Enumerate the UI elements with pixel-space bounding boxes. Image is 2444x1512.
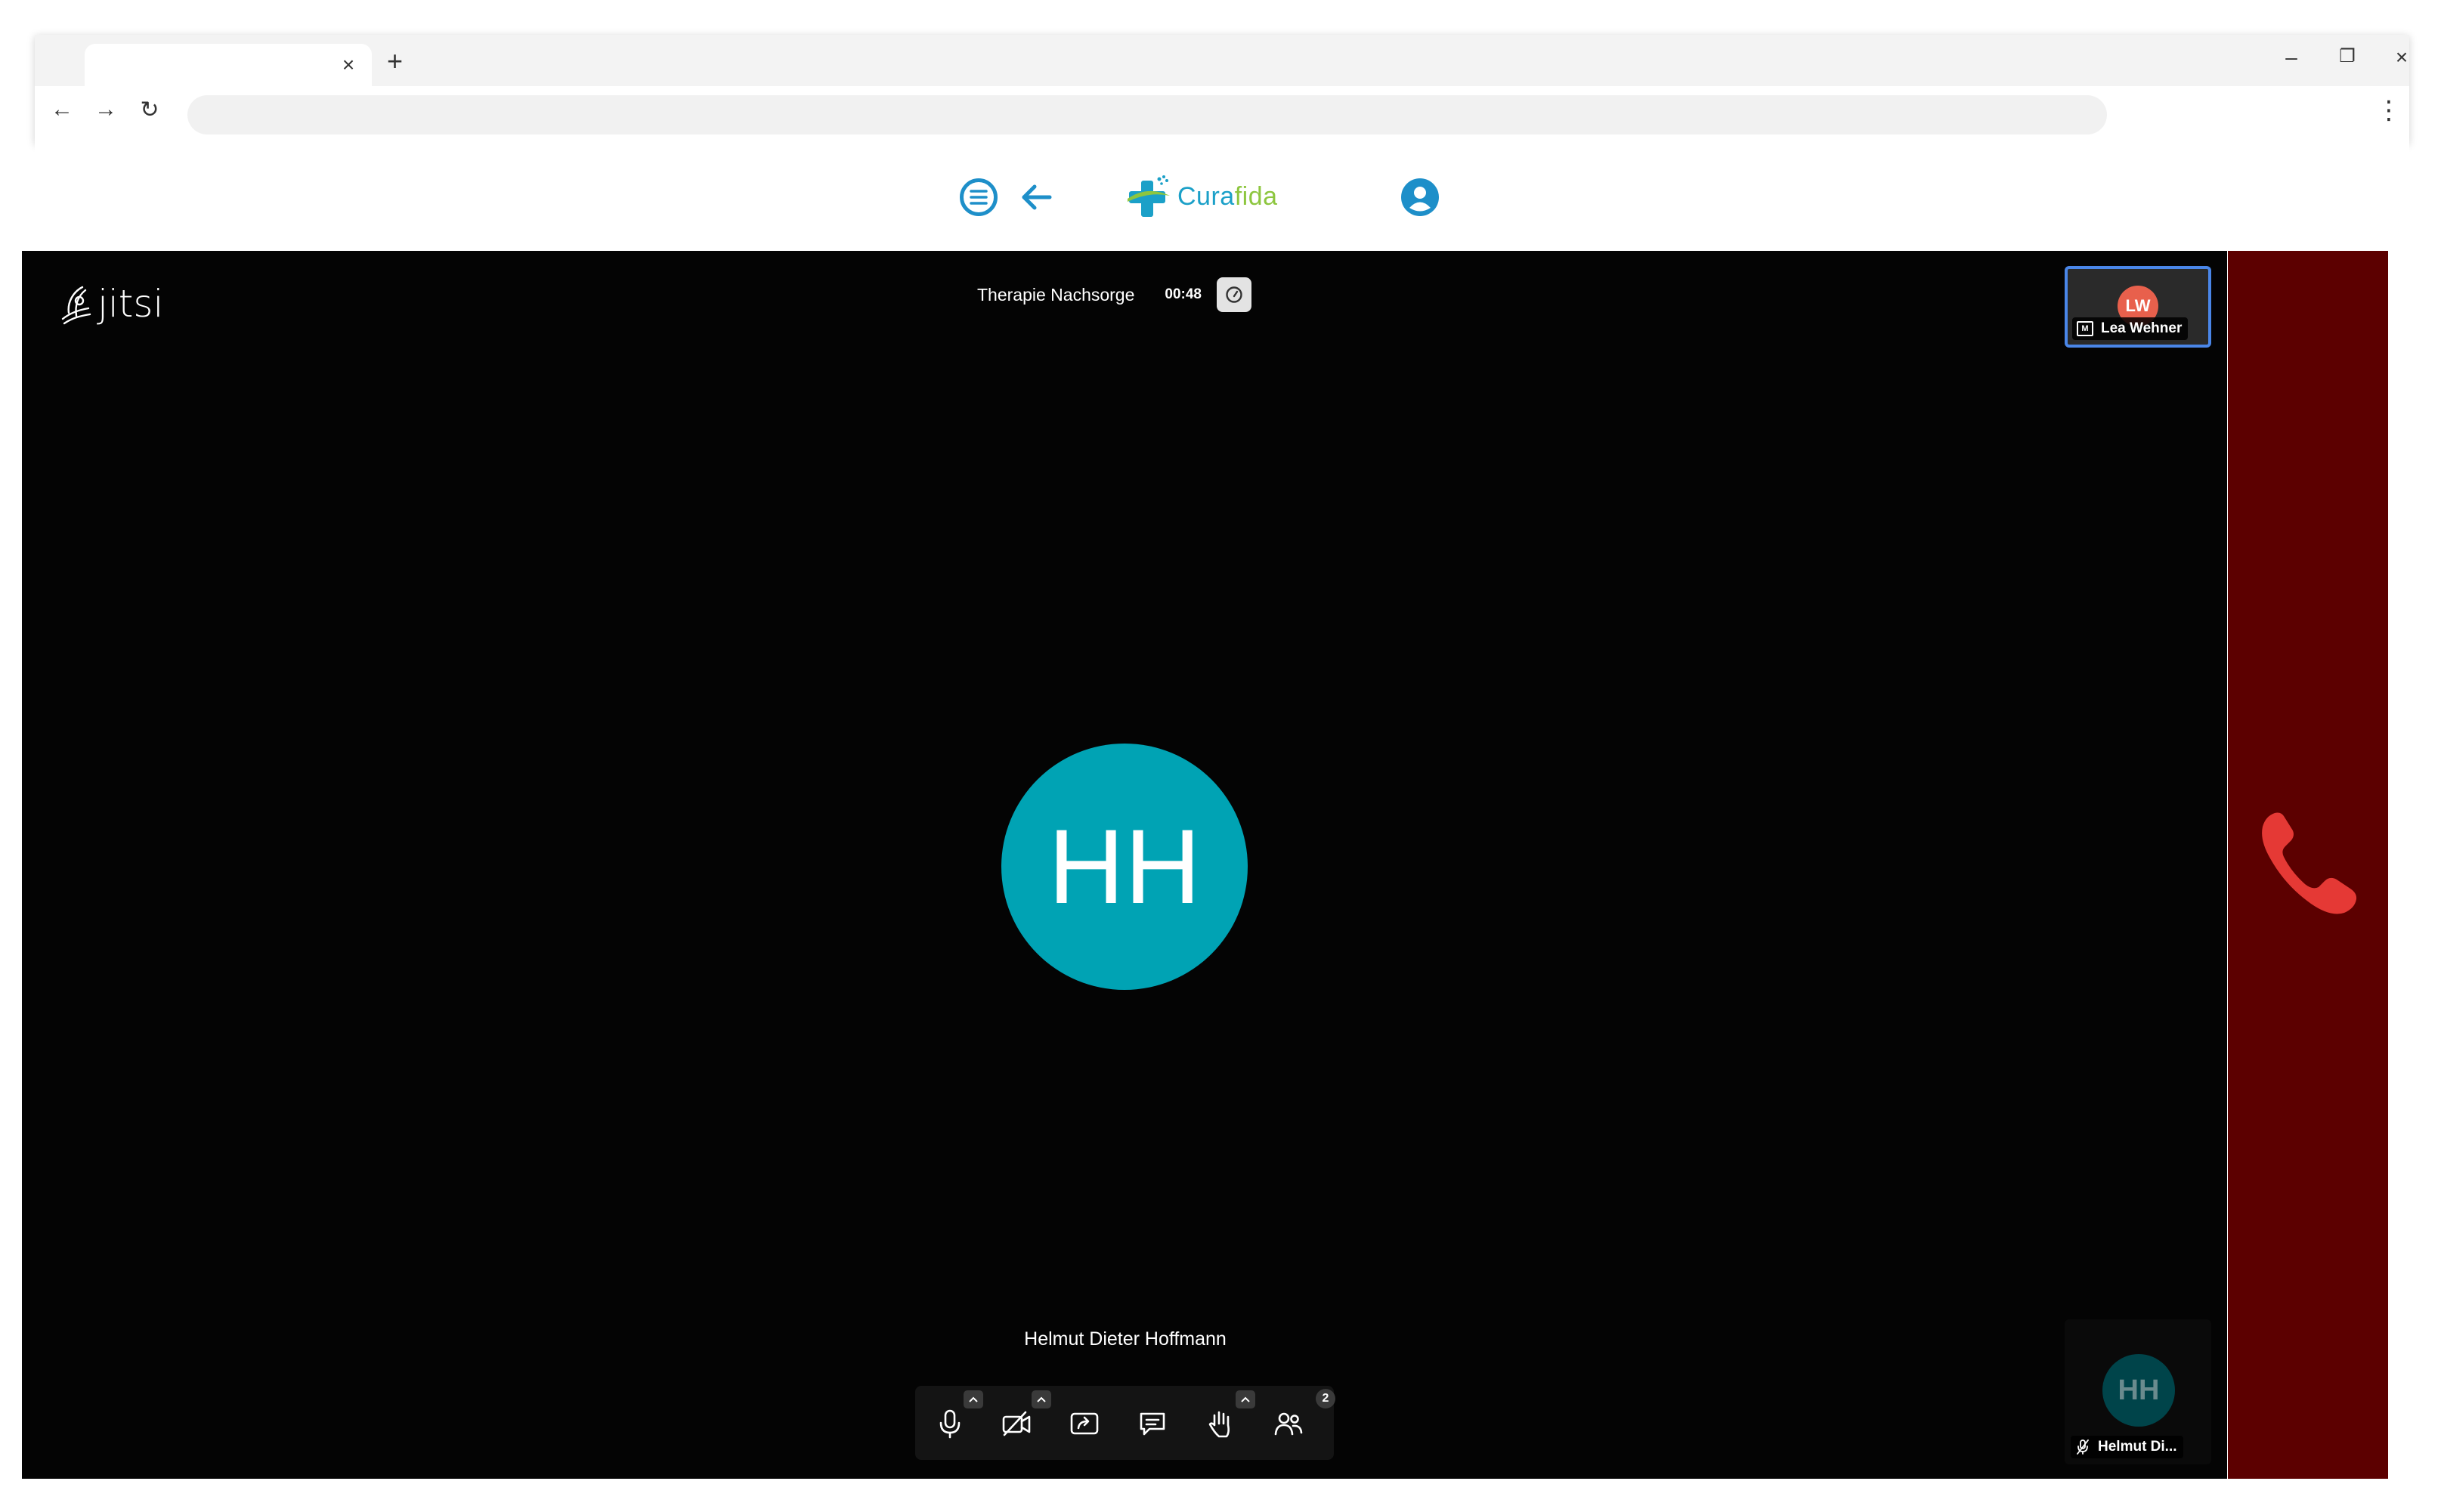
dominant-speaker-avatar: HH [1001,744,1248,990]
curafida-logo: Curafida [1126,174,1278,219]
camera-button[interactable] [998,1405,1035,1442]
back-arrow-icon[interactable] [1017,178,1055,216]
participants-icon [1274,1412,1303,1436]
minimize-button[interactable]: – [2276,45,2306,70]
local-participant-name: Helmut Di... [2098,1439,2177,1455]
screenshare-icon [1070,1412,1099,1435]
address-input[interactable] [187,95,2107,135]
camera-off-icon [1002,1411,1031,1436]
browser-menu-icon[interactable]: ⋮ [2376,95,2402,125]
video-stage[interactable]: jitsi Therapie Nachsorge 00:48 HH Helmut… [22,251,2227,1479]
participants-button[interactable] [1270,1405,1307,1442]
dominant-speaker-initials: HH [1047,807,1202,926]
browser-window: × + – ❐ × ← → ↻ ⋮ [35,35,2409,144]
local-participant-initials: HH [2118,1374,2160,1406]
jitsi-watermark[interactable]: jitsi [60,281,163,326]
meeting-subject: Therapie Nachsorge [977,284,1135,305]
tab-strip: × + – ❐ × [35,35,2409,86]
meeting-toolbar: 2 [915,1386,1335,1460]
window-close-button[interactable]: × [2387,45,2417,70]
participant-count-badge: 2 [1316,1389,1335,1408]
raise-hand-button[interactable] [1202,1405,1239,1442]
new-tab-button[interactable]: + [387,45,403,77]
reload-button[interactable]: ↻ [135,97,165,123]
curafida-cross-icon [1128,175,1170,217]
logo-text-secondary: fida [1234,181,1278,211]
local-participant-name-tag: Helmut Di... [2071,1436,2183,1458]
participant-thumbnail[interactable]: LW M Lea Wehner [2065,266,2211,348]
chat-icon [1140,1412,1165,1436]
restore-button[interactable]: ❐ [2332,45,2362,67]
browser-tab[interactable]: × [85,44,372,86]
connection-quality-icon[interactable] [1217,277,1252,312]
video-settings-chevron-icon[interactable] [1032,1390,1051,1408]
forward-button[interactable]: → [91,97,121,122]
moderator-icon: M [2077,321,2093,336]
local-participant-avatar: HH [2102,1354,2175,1427]
reactions-chevron-icon[interactable] [1236,1390,1255,1408]
back-button[interactable]: ← [47,97,77,122]
logo-text-primary: Cura [1177,181,1235,211]
meeting-info-bar: Therapie Nachsorge 00:48 [967,274,1252,316]
muted-microphone-icon [2077,1439,2089,1455]
menu-icon[interactable] [960,178,998,216]
chat-button[interactable] [1134,1405,1171,1442]
microphone-icon [939,1409,961,1439]
raise-hand-icon [1208,1411,1230,1438]
jitsi-brand-text: jitsi [97,282,164,326]
tab-close-icon[interactable]: × [337,53,360,77]
audio-settings-chevron-icon[interactable] [964,1390,983,1408]
phone-hangup-icon [2262,812,2357,914]
app-header: Curafida [35,144,2409,251]
participant-initials: LW [2125,296,2151,315]
local-participant-thumbnail[interactable]: HH Helmut Di... [2065,1319,2211,1464]
dominant-speaker-name: Helmut Dieter Hoffmann [1024,1328,1227,1350]
jitsi-logo-icon [61,286,91,325]
user-account-icon[interactable] [1401,178,1439,216]
meeting-timer: 00:48 [1165,286,1202,302]
hangup-button[interactable] [2252,807,2361,920]
participant-name: Lea Wehner [2101,320,2183,336]
participant-name-tag: M Lea Wehner [2072,317,2189,340]
screenshare-button[interactable] [1066,1405,1103,1442]
address-bar-row: ← → ↻ ⋮ [35,86,2409,144]
microphone-button[interactable] [932,1405,968,1442]
